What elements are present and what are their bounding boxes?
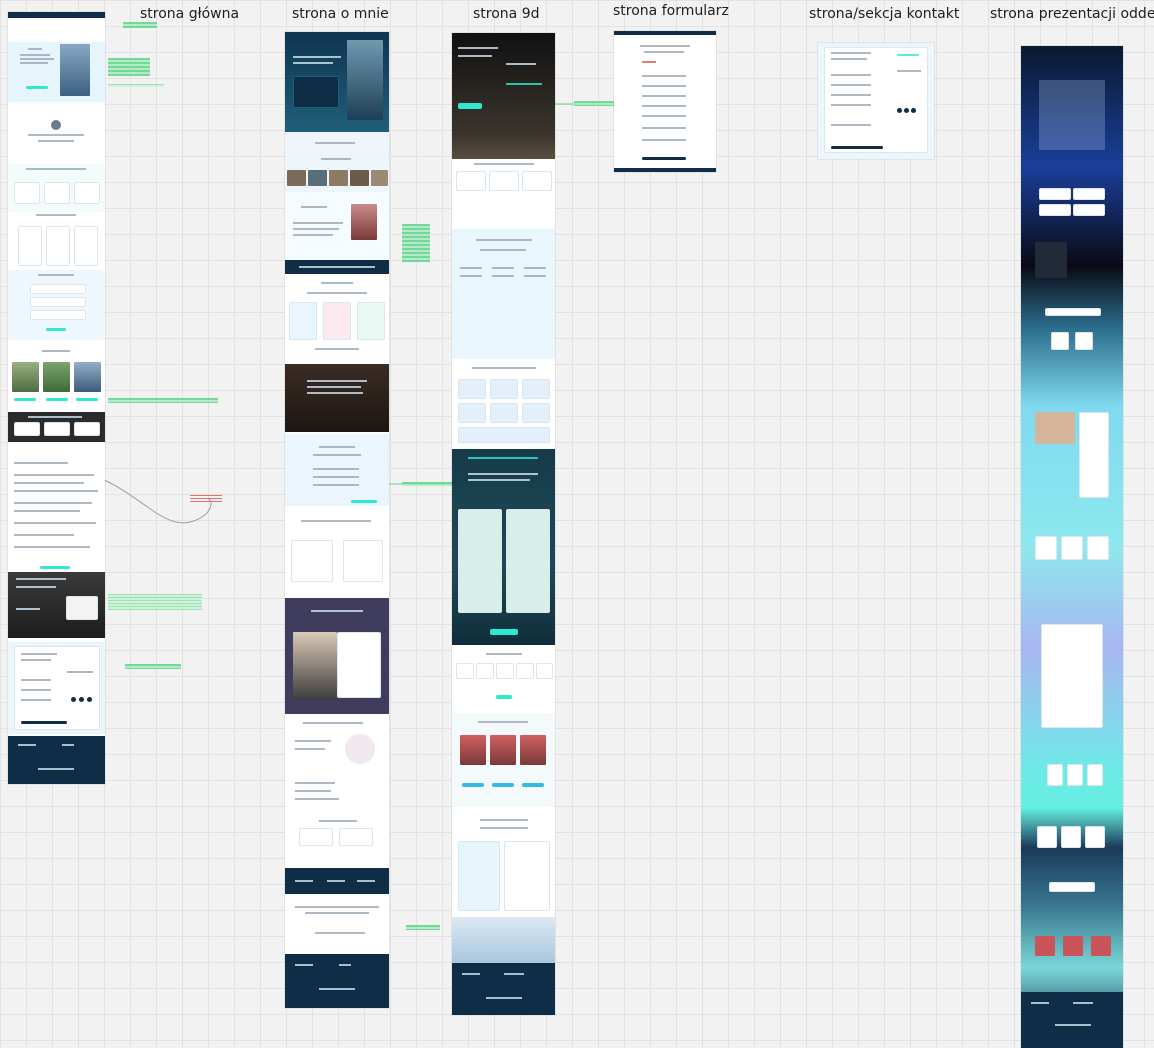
sticky-note[interactable]: [190, 495, 222, 503]
hero-photo: [60, 44, 90, 96]
sticky-note[interactable]: [108, 398, 218, 403]
footer: [8, 736, 105, 784]
sticky-note[interactable]: [574, 101, 614, 106]
sticky-note[interactable]: [108, 58, 150, 76]
frame-home[interactable]: [8, 12, 105, 784]
sticky-note[interactable]: [402, 224, 430, 262]
footer: [1021, 992, 1123, 1048]
frame-contact[interactable]: [818, 43, 934, 159]
frame-form[interactable]: [614, 31, 716, 172]
dark-section: [8, 412, 105, 442]
nav-bar: [614, 31, 716, 35]
sticky-note[interactable]: [402, 482, 452, 486]
frame-9d[interactable]: [452, 33, 555, 1015]
nav-bar: [8, 12, 105, 18]
footer: [452, 963, 555, 1015]
frame-breath[interactable]: [1021, 46, 1123, 1048]
sticky-note[interactable]: [125, 664, 181, 669]
dark-section: [285, 364, 389, 432]
sticky-note[interactable]: [108, 594, 202, 610]
frame-about[interactable]: [285, 32, 389, 1008]
footer: [285, 954, 389, 1008]
hero-section: [452, 33, 555, 159]
sticky-note[interactable]: [108, 84, 164, 87]
hero-section: [8, 42, 105, 102]
connector-line: [99, 103, 614, 524]
sticky-note[interactable]: [123, 22, 157, 28]
hero-section: [285, 32, 389, 132]
sticky-note[interactable]: [406, 925, 440, 930]
